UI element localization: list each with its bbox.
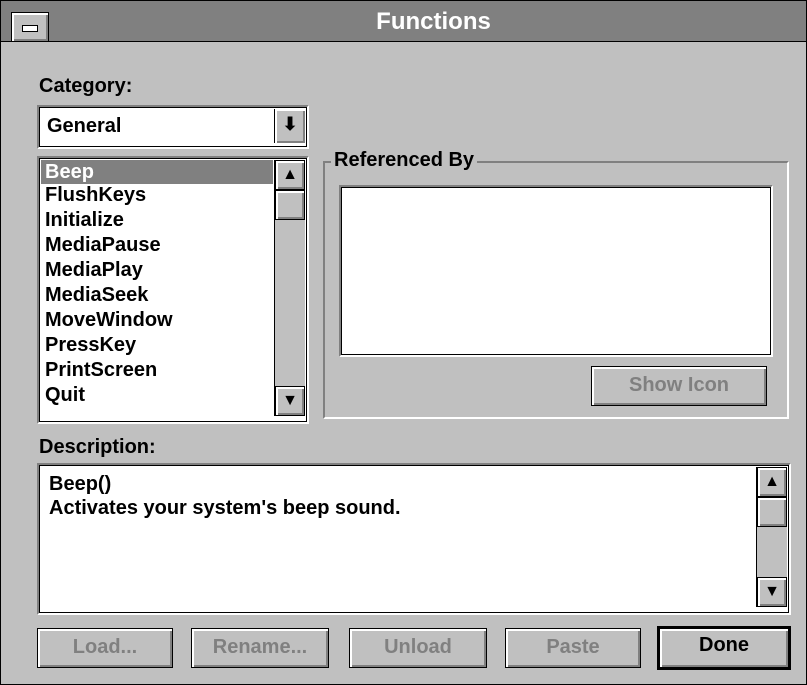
window-title: Functions bbox=[376, 8, 491, 35]
list-item[interactable]: MediaPlay bbox=[41, 258, 273, 282]
list-item[interactable]: MoveWindow bbox=[41, 308, 273, 332]
title-bar: Functions bbox=[1, 1, 806, 42]
list-scrollbar[interactable]: ▲ ▼ bbox=[274, 160, 305, 416]
scroll-thumb[interactable] bbox=[757, 497, 787, 527]
system-menu-icon bbox=[22, 25, 38, 32]
scroll-up-arrow-icon[interactable]: ▲ bbox=[757, 467, 787, 497]
scroll-up-arrow-icon[interactable]: ▲ bbox=[275, 160, 305, 190]
list-item[interactable]: Initialize bbox=[41, 208, 273, 232]
functions-listbox[interactable]: Beep FlushKeys Initialize MediaPause Med… bbox=[37, 156, 309, 424]
referenced-by-label: Referenced By bbox=[331, 149, 478, 172]
description-line: Beep() bbox=[49, 473, 112, 495]
scroll-down-arrow-icon[interactable]: ▼ bbox=[275, 386, 305, 416]
done-button[interactable]: Done bbox=[657, 626, 791, 670]
paste-button[interactable]: Paste bbox=[505, 628, 641, 668]
description-line: Activates your system's beep sound. bbox=[49, 497, 401, 519]
category-selected-value: General bbox=[47, 115, 122, 137]
description-scrollbar[interactable]: ▲ ▼ bbox=[756, 467, 787, 607]
category-dropdown[interactable]: General ⬇ bbox=[37, 105, 309, 149]
category-label: Category: bbox=[39, 75, 133, 97]
rename-button[interactable]: Rename... bbox=[191, 628, 329, 668]
list-item[interactable]: Beep bbox=[41, 160, 273, 184]
list-item[interactable]: MediaSeek bbox=[41, 283, 273, 307]
list-item[interactable]: Quit bbox=[41, 383, 273, 407]
scroll-down-arrow-icon[interactable]: ▼ bbox=[757, 577, 787, 607]
show-icon-button[interactable]: Show Icon bbox=[591, 366, 767, 406]
unload-button[interactable]: Unload bbox=[349, 628, 487, 668]
list-item[interactable]: PressKey bbox=[41, 333, 273, 357]
functions-dialog: Functions Category: General ⬇ Beep Flush… bbox=[0, 0, 807, 685]
scroll-thumb[interactable] bbox=[275, 190, 305, 220]
description-label: Description: bbox=[39, 436, 156, 458]
list-item[interactable]: FlushKeys bbox=[41, 183, 273, 207]
load-button[interactable]: Load... bbox=[37, 628, 173, 668]
referenced-by-list[interactable] bbox=[339, 185, 773, 357]
system-menu-button[interactable] bbox=[11, 12, 49, 42]
list-item[interactable]: PrintScreen bbox=[41, 358, 273, 382]
list-item[interactable]: MediaPause bbox=[41, 233, 273, 257]
description-box[interactable]: Beep() Activates your system's beep soun… bbox=[37, 463, 791, 615]
dropdown-arrow-icon[interactable]: ⬇ bbox=[274, 109, 305, 143]
